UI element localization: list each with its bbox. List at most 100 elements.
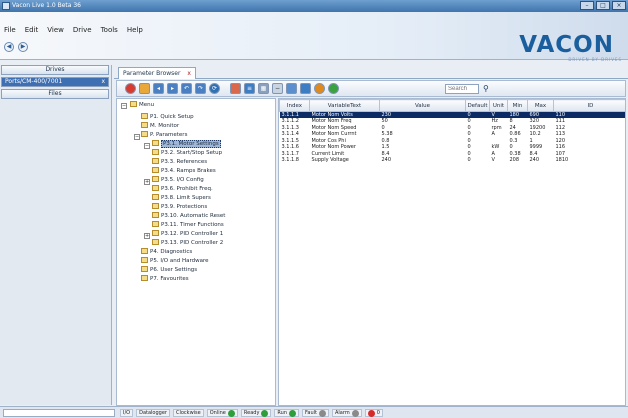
tree-item-favourites[interactable]: P7. Favourites xyxy=(141,275,189,284)
expand-io-config-icon[interactable]: + xyxy=(144,179,150,185)
grid-icon[interactable]: ▦ xyxy=(258,83,269,94)
tree-item-timer-functions[interactable]: P3.11. Timer Functions xyxy=(152,221,224,230)
app-icon xyxy=(2,2,10,10)
collapse-root-icon[interactable]: − xyxy=(121,103,127,109)
status-indicators: I/O Datalogger Clockwise Online Ready Ru… xyxy=(120,409,383,417)
left-panel: Drives Ports/CM-400/7001 x Files xyxy=(0,65,112,405)
tree-item-limit-supers[interactable]: P3.8. Limit Supers xyxy=(152,194,211,203)
tree-item-diagnostics[interactable]: P4. Diagnostics xyxy=(141,248,192,257)
tree-item-parameters[interactable]: P. Parameters xyxy=(141,131,187,140)
folder-icon xyxy=(130,101,137,107)
tree-item-automatic-reset[interactable]: P3.10. Automatic Reset xyxy=(152,212,225,221)
toolbar-icons: ◂ ▸ ↶ ↷ ⟳ ≡ ▦ − xyxy=(125,83,339,94)
tree-item-motor-settings[interactable]: P3.1. Motor Settings xyxy=(152,140,221,149)
folder-icon xyxy=(141,113,148,119)
menu-view[interactable]: View xyxy=(47,26,64,34)
tree-item-prohibit-freq[interactable]: P3.6. Prohibit Freq. xyxy=(152,185,213,194)
toolbar-separator xyxy=(223,83,227,94)
tree-item-io-config[interactable]: P3.5. I/O Config xyxy=(152,176,204,185)
ok-icon[interactable] xyxy=(328,83,339,94)
close-button[interactable]: × xyxy=(612,1,626,10)
save-icon[interactable] xyxy=(300,83,311,94)
table-header-row: Index VariableText Value Default Unit Mi… xyxy=(279,99,625,112)
nav-arrows: ◀ ▶ xyxy=(4,42,28,52)
col-max[interactable]: Max xyxy=(527,99,554,112)
drives-button[interactable]: Drives xyxy=(1,65,109,75)
window-controls: – □ × xyxy=(580,1,626,11)
folder-icon xyxy=(141,257,148,263)
col-variable-text[interactable]: VariableText xyxy=(309,99,380,112)
folder-icon xyxy=(152,176,159,182)
folder-icon xyxy=(152,230,159,236)
col-default[interactable]: Default xyxy=(465,99,490,112)
cell: 3.1.1.8 xyxy=(281,157,300,164)
tree-view-icon[interactable] xyxy=(286,83,297,94)
cell: V xyxy=(491,157,495,164)
maximize-button[interactable]: □ xyxy=(596,1,610,10)
cell: 208 xyxy=(509,157,520,164)
tree-item-pid-controller-1[interactable]: P3.12. PID Controller 1 xyxy=(152,230,223,239)
folder-icon xyxy=(152,167,159,173)
table-row[interactable]: 3.1.1.8 Supply Voltage 240 0 V 208 240 1810 xyxy=(280,157,626,164)
fault-count-led-icon xyxy=(367,409,375,417)
collapse-parameters-icon[interactable]: − xyxy=(134,134,140,140)
refresh-icon[interactable]: ⟳ xyxy=(209,83,220,94)
tree-item-io-hardware[interactable]: P5. I/O and Hardware xyxy=(141,257,209,266)
step-forward-icon[interactable]: ▸ xyxy=(167,83,178,94)
warning-icon[interactable] xyxy=(314,83,325,94)
list-icon[interactable]: ≡ xyxy=(244,83,255,94)
tree-item-pid-controller-2[interactable]: P3.13. PID Controller 2 xyxy=(152,239,223,248)
col-value[interactable]: Value xyxy=(379,99,466,112)
menu-help[interactable]: Help xyxy=(127,26,143,34)
minimize-button[interactable]: – xyxy=(580,1,594,10)
menu-file[interactable]: File xyxy=(4,26,16,34)
connection-tab[interactable]: Ports/CM-400/7001 x xyxy=(1,77,109,87)
expand-pid1-icon[interactable]: + xyxy=(144,233,150,239)
search-input[interactable] xyxy=(445,84,479,94)
files-button[interactable]: Files xyxy=(1,89,109,99)
connection-label: Ports/CM-400/7001 xyxy=(5,78,63,85)
tree-item-quick-setup[interactable]: P1. Quick Setup xyxy=(141,113,194,122)
star-icon xyxy=(141,275,148,281)
tree-item-protections[interactable]: P3.9. Protections xyxy=(152,203,207,212)
tree-root[interactable]: Menu xyxy=(130,101,154,110)
col-index[interactable]: Index xyxy=(279,99,310,112)
tab-close-icon[interactable]: x xyxy=(187,70,191,77)
tab-parameter-browser[interactable]: Parameter Browser x xyxy=(118,67,196,79)
tree-item-user-settings[interactable]: P6. User Settings xyxy=(141,266,197,275)
parameter-tree: − Menu P1. Quick Setup M. Monitor − P. P… xyxy=(116,98,276,406)
stop-icon[interactable] xyxy=(125,83,136,94)
status-direction: Clockwise xyxy=(172,409,204,417)
undo-icon[interactable]: ↶ xyxy=(181,83,192,94)
tree-item-references[interactable]: P3.3. References xyxy=(152,158,207,167)
compare-icon[interactable] xyxy=(230,83,241,94)
open-folder-icon[interactable] xyxy=(139,83,150,94)
col-min[interactable]: Min xyxy=(507,99,528,112)
minus-icon[interactable]: − xyxy=(272,83,283,94)
menu-tools[interactable]: Tools xyxy=(101,26,118,34)
folder-icon xyxy=(152,140,159,146)
collapse-motor-settings-icon[interactable]: − xyxy=(144,143,150,149)
logo-subtitle: DRIVEN BY DRIVES xyxy=(568,57,622,62)
tree-item-start-stop[interactable]: P3.2. Start/Stop Setup xyxy=(152,149,222,158)
folder-icon xyxy=(152,149,159,155)
col-id[interactable]: ID xyxy=(553,99,625,112)
status-ready: Ready xyxy=(240,409,272,417)
redo-icon[interactable]: ↷ xyxy=(195,83,206,94)
search-icon[interactable]: ⚲ xyxy=(483,84,493,94)
folder-icon xyxy=(152,185,159,191)
forward-icon[interactable]: ▶ xyxy=(18,42,28,52)
connection-close-icon[interactable]: x xyxy=(101,78,105,86)
value-cell[interactable]: 240 xyxy=(380,157,466,164)
status-io: I/O xyxy=(120,409,134,417)
tab-label: Parameter Browser xyxy=(123,70,181,77)
tree-item-ramps-brakes[interactable]: P3.4. Ramps Brakes xyxy=(152,167,216,176)
status-fault: Fault xyxy=(302,409,329,417)
back-icon[interactable]: ◀ xyxy=(4,42,14,52)
col-unit[interactable]: Unit xyxy=(489,99,508,112)
menu-drive[interactable]: Drive xyxy=(73,26,92,34)
folder-icon xyxy=(141,266,148,272)
step-back-icon[interactable]: ◂ xyxy=(153,83,164,94)
menu-edit[interactable]: Edit xyxy=(25,26,39,34)
tree-item-monitor[interactable]: M. Monitor xyxy=(141,122,179,131)
